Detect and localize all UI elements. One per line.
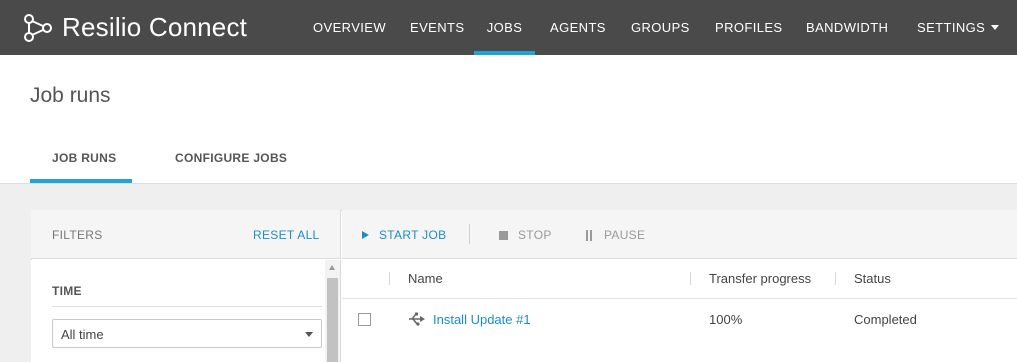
nav-bandwidth[interactable]: BANDWIDTH [806,0,888,55]
divider [52,306,322,307]
nav-groups[interactable]: GROUPS [631,0,690,55]
row-checkbox[interactable] [358,313,371,326]
job-name-link[interactable]: Install Update #1 [433,312,531,327]
column-header-name[interactable]: Name [408,271,443,286]
scrollbar-thumb[interactable] [327,278,338,362]
scroll-up-icon[interactable] [329,265,335,270]
nav-settings[interactable]: SETTINGS [917,0,985,55]
table-header-divider [342,298,1017,299]
stop-button[interactable]: STOP [498,228,552,242]
time-filter-value: All time [61,327,104,342]
column-header-transfer-progress[interactable]: Transfer progress [709,271,811,286]
pause-button[interactable]: PAUSE [584,228,645,242]
transfer-progress-value: 100% [709,312,743,327]
nav-profiles[interactable]: PROFILES [715,0,783,55]
filters-title: FILTERS [52,228,103,242]
brand-logo[interactable]: Resilio Connect [22,12,247,43]
filters-scrollbar[interactable] [325,260,340,362]
column-separator [389,272,390,285]
chevron-down-icon[interactable] [991,25,999,30]
chevron-down-icon [305,332,313,337]
time-filter-select[interactable]: All time [52,319,322,348]
column-separator [690,272,691,285]
column-header-status[interactable]: Status [854,271,891,286]
nav-agents[interactable]: AGENTS [550,0,606,55]
reset-all-button[interactable]: RESET ALL [253,228,320,242]
distribution-job-icon [409,312,425,326]
tab-configure-jobs[interactable]: CONFIGURE JOBS [175,151,287,165]
resilio-logo-icon [24,13,52,42]
page-title: Job runs [30,84,111,107]
nav-jobs[interactable]: JOBS [474,0,535,55]
top-nav-bar: Resilio Connect OVERVIEW EVENTS JOBS AGE… [0,0,1017,55]
nav-overview[interactable]: OVERVIEW [313,0,386,55]
tab-job-runs[interactable]: JOB RUNS [52,151,116,165]
column-separator [835,272,836,285]
nav-events[interactable]: EVENTS [410,0,464,55]
status-value: Completed [854,312,917,327]
brand-name: Resilio Connect [62,12,248,42]
toolbar-divider [469,224,470,244]
start-job-button[interactable]: START JOB [360,228,446,242]
time-filter-label: TIME [52,284,82,298]
